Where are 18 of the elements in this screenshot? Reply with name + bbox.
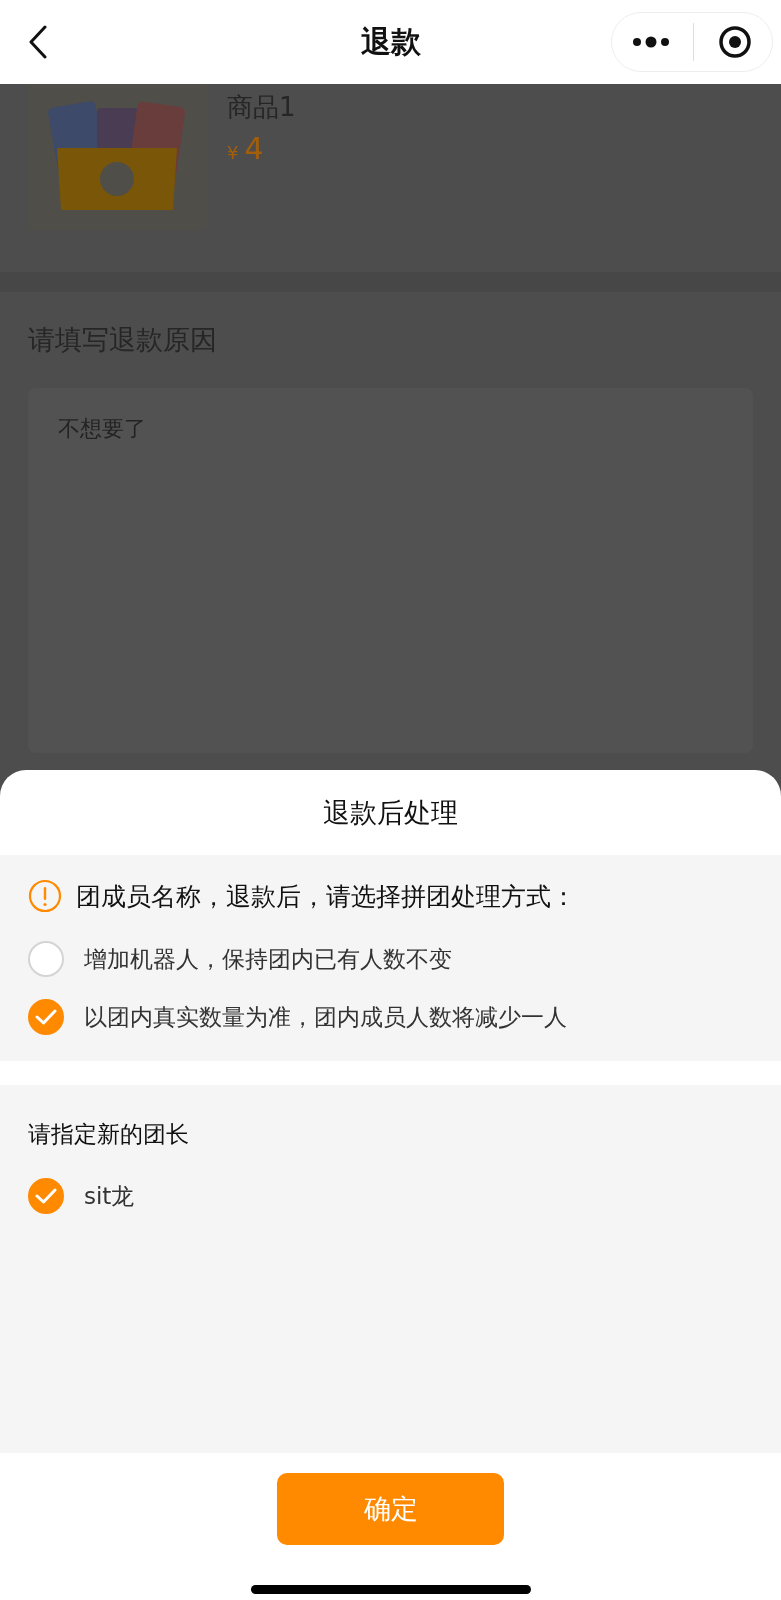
product-price: 4 bbox=[244, 131, 264, 166]
page-title: 退款 bbox=[360, 22, 421, 61]
radio-option[interactable]: 增加机器人，保持团内已有人数不变 bbox=[28, 941, 452, 977]
radio-button[interactable] bbox=[28, 999, 64, 1035]
radio-option[interactable]: 以团内真实数量为准，团内成员人数将减少一人 bbox=[28, 999, 567, 1035]
close-target-icon[interactable] bbox=[718, 25, 753, 59]
leader-label: 请指定新的团长 bbox=[28, 1120, 190, 1149]
radio-button[interactable] bbox=[28, 1178, 64, 1214]
warning-icon bbox=[28, 879, 62, 913]
check-icon bbox=[35, 1188, 57, 1204]
radio-button[interactable] bbox=[28, 941, 64, 977]
check-icon bbox=[35, 1009, 57, 1025]
leader-option[interactable]: sit龙 bbox=[28, 1178, 135, 1214]
back-icon[interactable] bbox=[28, 25, 48, 59]
notice-text: 团成员名称，退款后，请选择拼团处理方式： bbox=[76, 880, 576, 913]
more-icon[interactable] bbox=[631, 35, 670, 49]
sheet-title: 退款后处理 bbox=[323, 795, 458, 830]
currency-symbol: ¥ bbox=[227, 142, 239, 163]
